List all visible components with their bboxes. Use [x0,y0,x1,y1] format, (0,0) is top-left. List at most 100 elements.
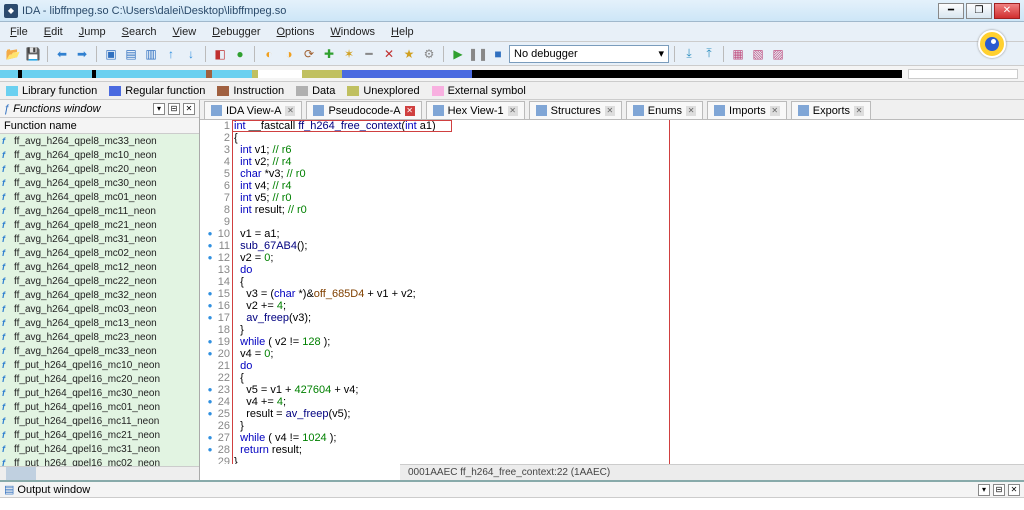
go-icon[interactable]: ● [231,45,249,63]
code-line[interactable]: 6 int v4; // r4 [204,180,1024,192]
pane-pin-button[interactable]: ⊟ [168,103,180,115]
function-row[interactable]: fff_avg_h264_qpel8_mc32_neon [0,288,199,302]
breakpoint-gutter[interactable] [204,156,216,168]
breakpoint-gutter[interactable]: ● [204,336,216,348]
close-button[interactable]: ✕ [994,3,1020,19]
breakpoint-gutter[interactable]: ● [204,288,216,300]
code-line[interactable]: ●24 v4 += 4; [204,396,1024,408]
function-row[interactable]: fff_avg_h264_qpel8_mc01_neon [0,190,199,204]
code-line[interactable]: 4 int v2; // r4 [204,156,1024,168]
functions-list[interactable]: fff_avg_h264_qpel8_mc33_neonfff_avg_h264… [0,134,199,466]
x-icon[interactable]: ✕ [380,45,398,63]
breakpoint-gutter[interactable]: ● [204,396,216,408]
function-row[interactable]: fff_put_h264_qpel16_mc01_neon [0,400,199,414]
pane-menu-button[interactable]: ▾ [153,103,165,115]
breakpoint-gutter[interactable]: ● [204,444,216,456]
code-line[interactable]: ●12 v2 = 0; [204,252,1024,264]
breakpoint-gutter[interactable] [204,180,216,192]
breakpoint-gutter[interactable] [204,264,216,276]
tab-close-icon[interactable]: ✕ [854,106,864,116]
d2-icon[interactable]: ⤒ [700,45,718,63]
breakpoint-gutter[interactable]: ● [204,432,216,444]
tab-enums[interactable]: Enums✕ [626,101,703,119]
function-row[interactable]: fff_avg_h264_qpel8_mc03_neon [0,302,199,316]
breakpoint-gutter[interactable]: ● [204,240,216,252]
code-line[interactable]: 1int __fastcall ff_h264_free_context(int… [204,120,1024,132]
function-row[interactable]: fff_avg_h264_qpel8_mc33_neon [0,134,199,148]
code-line[interactable]: 9 [204,216,1024,228]
breakpoint-gutter[interactable] [204,456,216,464]
breakpoint-gutter[interactable] [204,192,216,204]
w2-icon[interactable]: ▧ [749,45,767,63]
code-line[interactable]: ●17 av_freep(v3); [204,312,1024,324]
menu-help[interactable]: Help [383,24,422,40]
function-row[interactable]: fff_avg_h264_qpel8_mc13_neon [0,316,199,330]
tab-hex-view-1[interactable]: Hex View-1✕ [426,101,525,119]
fwd-icon[interactable]: ➡ [73,45,91,63]
breakpoint-gutter[interactable] [204,204,216,216]
tab-ida-view-a[interactable]: IDA View-A✕ [204,101,302,119]
function-row[interactable]: fff_put_h264_qpel16_mc11_neon [0,414,199,428]
function-row[interactable]: fff_avg_h264_qpel8_mc33_neon [0,344,199,358]
breakpoint-gutter[interactable] [204,132,216,144]
code-line[interactable]: ●15 v3 = (char *)&off_685D4 + v1 + v2; [204,288,1024,300]
breakpoint-gutter[interactable] [204,216,216,228]
code-line[interactable]: 14 { [204,276,1024,288]
function-row[interactable]: fff_avg_h264_qpel8_mc11_neon [0,204,199,218]
breakpoint-gutter[interactable] [204,168,216,180]
function-row[interactable]: fff_avg_h264_qpel8_mc20_neon [0,162,199,176]
code-line[interactable]: ●10 v1 = a1; [204,228,1024,240]
code-line[interactable]: 29} [204,456,1024,464]
output-pin-button[interactable]: ⊟ [993,484,1005,496]
function-row[interactable]: fff_avg_h264_qpel8_mc31_neon [0,232,199,246]
tab-pseudocode-a[interactable]: Pseudocode-A✕ [306,101,421,119]
tab-close-icon[interactable]: ✕ [605,106,615,116]
code-line[interactable]: 2{ [204,132,1024,144]
breakpoint-gutter[interactable] [204,372,216,384]
tab-exports[interactable]: Exports✕ [791,101,871,119]
debugger-combo[interactable]: No debugger▾ [509,45,669,63]
function-row[interactable]: fff_put_h264_qpel16_mc31_neon [0,442,199,456]
assistant-avatar[interactable] [978,30,1006,58]
breakpoint-gutter[interactable]: ● [204,384,216,396]
menu-options[interactable]: Options [268,24,322,40]
tab-close-icon[interactable]: ✕ [405,106,415,116]
function-row[interactable]: fff_put_h264_qpel16_mc21_neon [0,428,199,442]
breakpoint-gutter[interactable] [204,120,216,132]
menu-windows[interactable]: Windows [322,24,383,40]
breakpoint-gutter[interactable]: ● [204,312,216,324]
code-line[interactable]: 26 } [204,420,1024,432]
output-close-button[interactable]: ✕ [1008,484,1020,496]
star-icon[interactable]: ✶ [340,45,358,63]
function-row[interactable]: fff_avg_h264_qpel8_mc23_neon [0,330,199,344]
breakpoint-gutter[interactable]: ● [204,300,216,312]
plus-icon[interactable]: ✚ [320,45,338,63]
t1-icon[interactable]: ▣ [102,45,120,63]
pause-icon[interactable]: ❚❚ [469,45,487,63]
minus-icon[interactable]: ━ [360,45,378,63]
breakpoint-gutter[interactable] [204,324,216,336]
code-line[interactable]: 21 do [204,360,1024,372]
tab-close-icon[interactable]: ✕ [285,106,295,116]
code-line[interactable]: 13 do [204,264,1024,276]
code-line[interactable]: ●23 v5 = v1 + 427604 + v4; [204,384,1024,396]
code-line[interactable]: 5 char *v3; // r0 [204,168,1024,180]
code-line[interactable]: 18 } [204,324,1024,336]
down-icon[interactable]: ↓ [182,45,200,63]
tab-close-icon[interactable]: ✕ [686,106,696,116]
minimize-button[interactable]: ━ [938,3,964,19]
code-line[interactable]: ●28 return result; [204,444,1024,456]
menu-file[interactable]: File [2,24,36,40]
flag-icon[interactable]: ◧ [211,45,229,63]
function-row[interactable]: fff_avg_h264_qpel8_mc12_neon [0,260,199,274]
back-icon[interactable]: ⬅ [53,45,71,63]
pane-close-button[interactable]: ✕ [183,103,195,115]
w3-icon[interactable]: ▨ [769,45,787,63]
function-row[interactable]: fff_avg_h264_qpel8_mc10_neon [0,148,199,162]
run-icon[interactable]: ▶ [449,45,467,63]
code-line[interactable]: 7 int v5; // r0 [204,192,1024,204]
menu-view[interactable]: View [165,24,205,40]
stop-icon[interactable]: ■ [489,45,507,63]
breakpoint-gutter[interactable]: ● [204,252,216,264]
tab-close-icon[interactable]: ✕ [508,106,518,116]
